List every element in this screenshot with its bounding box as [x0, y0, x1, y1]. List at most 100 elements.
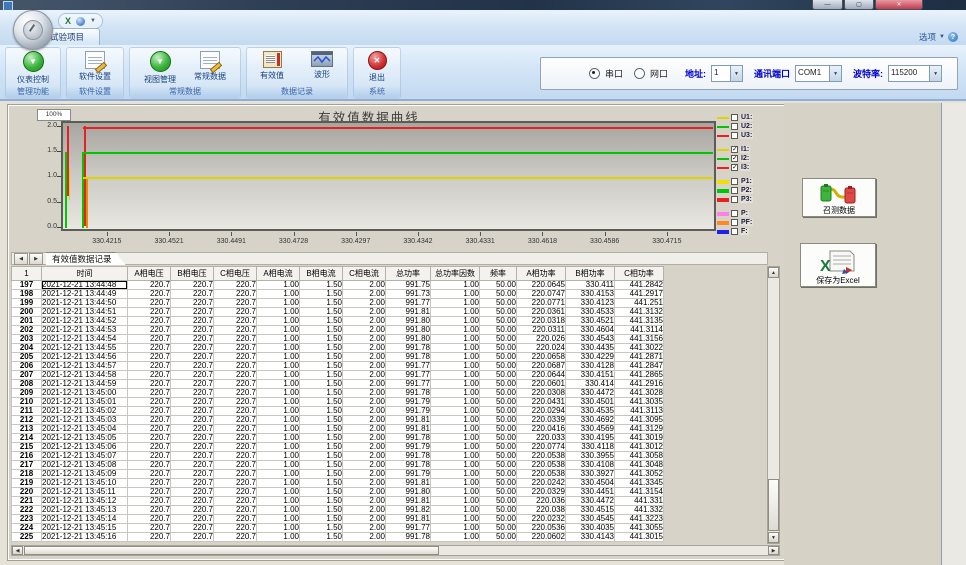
time-cell[interactable]: 2021-12-21 13:44:49 [42, 290, 128, 299]
value-cell[interactable]: 1.00 [431, 326, 480, 335]
chart-plot-area[interactable] [61, 121, 716, 231]
value-cell[interactable]: 991.77 [386, 371, 431, 380]
value-cell[interactable]: 220.7 [171, 326, 214, 335]
time-cell[interactable]: 2021-12-21 13:45:06 [42, 443, 128, 452]
row-number-cell[interactable]: 211 [12, 407, 42, 416]
vertical-scroll-thumb[interactable] [768, 479, 779, 531]
value-cell[interactable]: 220.7 [171, 506, 214, 515]
value-cell[interactable]: 220.7 [128, 533, 171, 542]
value-cell[interactable]: 441.3345 [615, 479, 664, 488]
row-number-cell[interactable]: 221 [12, 497, 42, 506]
value-cell[interactable]: 220.0242 [517, 479, 566, 488]
value-cell[interactable]: 2.00 [343, 443, 386, 452]
value-cell[interactable]: 220.7 [214, 470, 257, 479]
row-number-cell[interactable]: 218 [12, 470, 42, 479]
legend-checkbox[interactable]: ✓ [731, 146, 738, 153]
value-cell[interactable]: 220.7 [171, 335, 214, 344]
value-cell[interactable]: 220.0687 [517, 362, 566, 371]
value-cell[interactable]: 330.414 [566, 380, 615, 389]
legend-checkbox[interactable] [731, 228, 738, 235]
value-cell[interactable]: 220.026 [517, 335, 566, 344]
table-row[interactable]: 2012021-12-21 13:44:52220.7220.7220.71.0… [12, 317, 664, 326]
table-row[interactable]: 2152021-12-21 13:45:06220.7220.7220.71.0… [12, 443, 664, 452]
row-number-cell[interactable]: 223 [12, 515, 42, 524]
table-row[interactable]: 2092021-12-21 13:45:00220.7220.7220.71.0… [12, 389, 664, 398]
value-cell[interactable]: 330.4604 [566, 326, 615, 335]
value-cell[interactable]: 220.7 [128, 308, 171, 317]
row-number-cell[interactable]: 214 [12, 434, 42, 443]
value-cell[interactable]: 1.00 [431, 470, 480, 479]
value-cell[interactable]: 220.7 [128, 281, 171, 290]
value-cell[interactable]: 220.7 [128, 434, 171, 443]
table-row[interactable]: 1972021-12-21 13:44:48220.7220.7220.71.0… [12, 281, 664, 290]
value-cell[interactable]: 1.00 [431, 308, 480, 317]
table-row[interactable]: 2052021-12-21 13:44:56220.7220.7220.71.0… [12, 353, 664, 362]
time-cell[interactable]: 2021-12-21 13:45:12 [42, 497, 128, 506]
value-cell[interactable]: 220.7 [171, 452, 214, 461]
legend-checkbox[interactable] [731, 196, 738, 203]
serial-port-radio[interactable] [589, 68, 600, 79]
value-cell[interactable]: 220.7 [214, 371, 257, 380]
waveform-button[interactable]: 波形 [297, 48, 347, 80]
value-cell[interactable]: 220.033 [517, 434, 566, 443]
row-number-cell[interactable]: 216 [12, 452, 42, 461]
value-cell[interactable]: 1.50 [300, 326, 343, 335]
value-cell[interactable]: 1.50 [300, 299, 343, 308]
value-cell[interactable]: 1.00 [431, 344, 480, 353]
value-cell[interactable]: 441.2871 [615, 353, 664, 362]
value-cell[interactable]: 220.7 [214, 398, 257, 407]
value-cell[interactable]: 330.4515 [566, 506, 615, 515]
time-cell[interactable]: 2021-12-21 13:45:14 [42, 515, 128, 524]
value-cell[interactable]: 50.00 [480, 299, 517, 308]
value-cell[interactable]: 441.3022 [615, 344, 664, 353]
row-number-cell[interactable]: 200 [12, 308, 42, 317]
value-cell[interactable]: 50.00 [480, 416, 517, 425]
table-row[interactable]: 2222021-12-21 13:45:13220.7220.7220.71.0… [12, 506, 664, 515]
value-cell[interactable]: 330.3927 [566, 470, 615, 479]
value-cell[interactable]: 991.79 [386, 407, 431, 416]
row-number-cell[interactable]: 215 [12, 443, 42, 452]
value-cell[interactable]: 1.00 [257, 326, 300, 335]
table-row[interactable]: 2172021-12-21 13:45:08220.7220.7220.71.0… [12, 461, 664, 470]
value-cell[interactable]: 220.0771 [517, 299, 566, 308]
horizontal-scrollbar[interactable]: ◀ ▶ [11, 545, 780, 556]
value-cell[interactable]: 220.7 [214, 344, 257, 353]
row-number-cell[interactable]: 198 [12, 290, 42, 299]
value-cell[interactable]: 220.0538 [517, 470, 566, 479]
value-cell[interactable]: 1.00 [257, 353, 300, 362]
value-cell[interactable]: 330.4504 [566, 479, 615, 488]
value-cell[interactable]: 220.7 [171, 407, 214, 416]
value-cell[interactable]: 441.3113 [615, 407, 664, 416]
time-cell[interactable]: 2021-12-21 13:45:05 [42, 434, 128, 443]
value-cell[interactable]: 2.00 [343, 479, 386, 488]
value-cell[interactable]: 1.50 [300, 308, 343, 317]
time-cell[interactable]: 2021-12-21 13:45:09 [42, 470, 128, 479]
value-cell[interactable]: 220.7 [171, 290, 214, 299]
value-cell[interactable]: 330.4108 [566, 461, 615, 470]
comm-port-select[interactable]: COM1 ▼ [795, 65, 842, 82]
baud-rate-select[interactable]: 115200 ▼ [888, 65, 942, 82]
value-cell[interactable]: 330.4128 [566, 362, 615, 371]
value-cell[interactable]: 220.7 [214, 407, 257, 416]
table-row[interactable]: 2112021-12-21 13:45:02220.7220.7220.71.0… [12, 407, 664, 416]
value-cell[interactable]: 220.7 [171, 443, 214, 452]
table-row[interactable]: 2062021-12-21 13:44:57220.7220.7220.71.0… [12, 362, 664, 371]
row-number-cell[interactable]: 205 [12, 353, 42, 362]
value-cell[interactable]: 1.00 [431, 317, 480, 326]
value-cell[interactable]: 1.00 [431, 416, 480, 425]
value-cell[interactable]: 1.00 [257, 380, 300, 389]
value-cell[interactable]: 991.78 [386, 533, 431, 542]
row-number-cell[interactable]: 217 [12, 461, 42, 470]
value-cell[interactable]: 220.7 [171, 353, 214, 362]
time-cell[interactable]: 2021-12-21 13:44:53 [42, 326, 128, 335]
row-number-cell[interactable]: 209 [12, 389, 42, 398]
value-cell[interactable]: 50.00 [480, 353, 517, 362]
row-number-cell[interactable]: 204 [12, 344, 42, 353]
value-cell[interactable]: 220.7 [171, 479, 214, 488]
value-cell[interactable]: 220.7 [128, 299, 171, 308]
network-port-radio[interactable] [634, 68, 645, 79]
value-cell[interactable]: 1.50 [300, 425, 343, 434]
value-cell[interactable]: 220.7 [214, 515, 257, 524]
value-cell[interactable]: 991.78 [386, 434, 431, 443]
value-cell[interactable]: 2.00 [343, 533, 386, 542]
